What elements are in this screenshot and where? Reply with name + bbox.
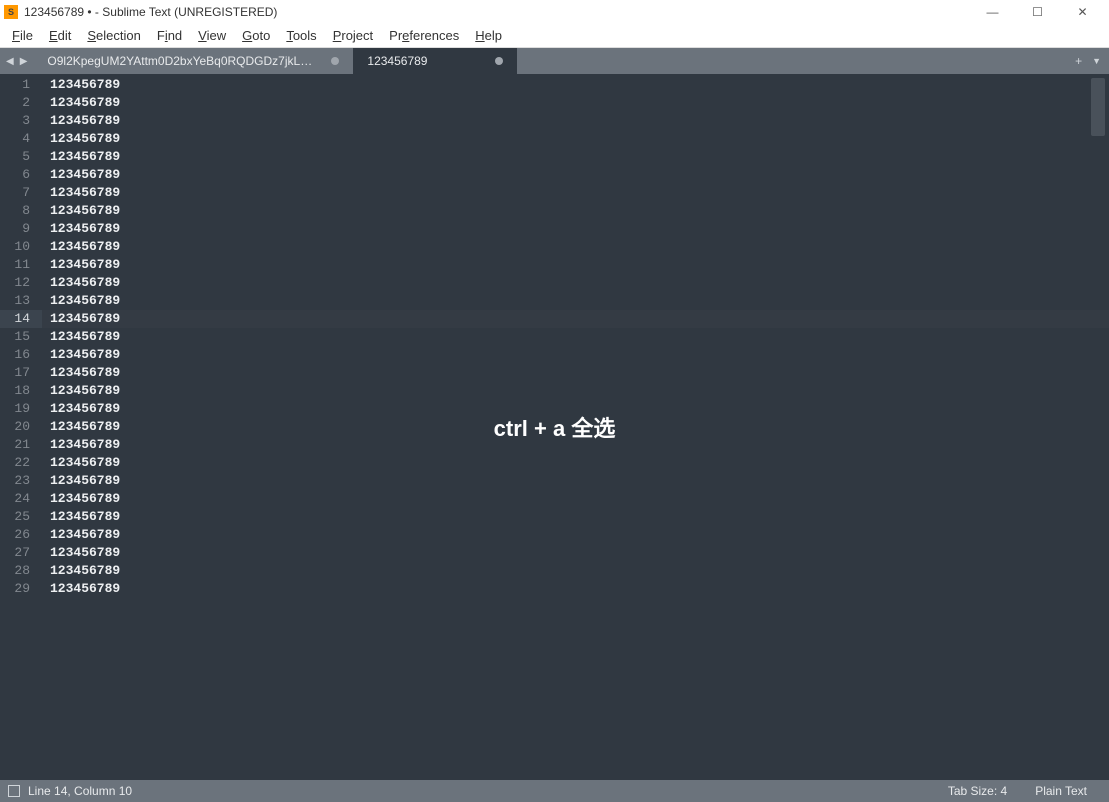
line-number: 6 <box>0 166 42 184</box>
code-line[interactable]: 123456789 <box>42 544 1109 562</box>
modified-dot-icon <box>331 57 339 65</box>
window-title: 123456789 • - Sublime Text (UNREGISTERED… <box>24 5 970 19</box>
line-number: 3 <box>0 112 42 130</box>
line-number: 13 <box>0 292 42 310</box>
tabbar: ◀ ▶ O9l2KpegUM2YAttm0D2bxYeBq0RQDGDz7jkL… <box>0 48 1109 74</box>
line-number: 21 <box>0 436 42 454</box>
line-number: 15 <box>0 328 42 346</box>
code-line[interactable]: 123456789 <box>42 364 1109 382</box>
code-line[interactable]: 123456789 <box>42 148 1109 166</box>
modified-dot-icon <box>495 57 503 65</box>
code-line[interactable]: 123456789 <box>42 562 1109 580</box>
code-line[interactable]: 123456789 <box>42 94 1109 112</box>
window-controls: — ☐ ✕ <box>970 0 1105 24</box>
line-number-gutter: 1234567891011121314151617181920212223242… <box>0 74 42 780</box>
tab-menu-button[interactable]: ▼ <box>1092 56 1101 66</box>
tab-0[interactable]: O9l2KpegUM2YAttm0D2bxYeBq0RQDGDz7jkLPSrQ… <box>33 48 353 74</box>
tab-label: 123456789 <box>367 54 427 68</box>
editor-area: 1234567891011121314151617181920212223242… <box>0 74 1109 780</box>
menu-selection[interactable]: Selection <box>79 26 148 45</box>
menu-project[interactable]: Project <box>325 26 381 45</box>
code-line[interactable]: 123456789 <box>42 256 1109 274</box>
nav-back-icon[interactable]: ◀ <box>4 56 16 67</box>
code-line[interactable]: 123456789 <box>42 508 1109 526</box>
line-number: 1 <box>0 76 42 94</box>
menu-view[interactable]: View <box>190 26 234 45</box>
code-line[interactable]: 123456789 <box>42 490 1109 508</box>
line-number: 24 <box>0 490 42 508</box>
code-line[interactable]: 123456789 <box>42 166 1109 184</box>
code-line[interactable]: 123456789 <box>42 238 1109 256</box>
menu-goto[interactable]: Goto <box>234 26 278 45</box>
code-line[interactable]: 123456789 <box>42 418 1109 436</box>
code-line[interactable]: 123456789 <box>42 130 1109 148</box>
status-tab-size[interactable]: Tab Size: 4 <box>934 784 1021 798</box>
code-line[interactable]: 123456789 <box>42 202 1109 220</box>
line-number: 5 <box>0 148 42 166</box>
menu-help[interactable]: Help <box>467 26 510 45</box>
line-number: 14 <box>0 310 42 328</box>
code-line[interactable]: 123456789 <box>42 184 1109 202</box>
code-line[interactable]: 123456789 <box>42 274 1109 292</box>
code-line[interactable]: 123456789 <box>42 310 1109 328</box>
code-line[interactable]: 123456789 <box>42 76 1109 94</box>
tab-1[interactable]: 123456789 <box>353 48 517 74</box>
line-number: 7 <box>0 184 42 202</box>
menu-find[interactable]: Find <box>149 26 190 45</box>
status-syntax[interactable]: Plain Text <box>1021 784 1101 798</box>
code-line[interactable]: 123456789 <box>42 472 1109 490</box>
line-number: 4 <box>0 130 42 148</box>
code-line[interactable]: 123456789 <box>42 382 1109 400</box>
line-number: 2 <box>0 94 42 112</box>
code-line[interactable]: 123456789 <box>42 580 1109 598</box>
code-area[interactable]: 1234567891234567891234567891234567891234… <box>42 74 1109 780</box>
line-number: 27 <box>0 544 42 562</box>
menu-tools[interactable]: Tools <box>278 26 324 45</box>
close-button[interactable]: ✕ <box>1060 0 1105 24</box>
statusbar: Line 14, Column 10 Tab Size: 4 Plain Tex… <box>0 780 1109 802</box>
minimap-scrollbar[interactable] <box>1091 78 1105 136</box>
line-number: 18 <box>0 382 42 400</box>
line-number: 22 <box>0 454 42 472</box>
code-line[interactable]: 123456789 <box>42 400 1109 418</box>
menubar: File Edit Selection Find View Goto Tools… <box>0 24 1109 48</box>
code-line[interactable]: 123456789 <box>42 220 1109 238</box>
titlebar: S 123456789 • - Sublime Text (UNREGISTER… <box>0 0 1109 24</box>
line-number: 25 <box>0 508 42 526</box>
status-position[interactable]: Line 14, Column 10 <box>28 784 934 798</box>
line-number: 8 <box>0 202 42 220</box>
tab-nav-arrows: ◀ ▶ <box>0 48 33 74</box>
line-number: 26 <box>0 526 42 544</box>
nav-forward-icon[interactable]: ▶ <box>18 56 30 67</box>
line-number: 19 <box>0 400 42 418</box>
line-number: 12 <box>0 274 42 292</box>
code-line[interactable]: 123456789 <box>42 292 1109 310</box>
tabbar-right-controls: + ▼ <box>1067 48 1109 74</box>
code-line[interactable]: 123456789 <box>42 526 1109 544</box>
line-number: 16 <box>0 346 42 364</box>
app-icon: S <box>4 5 18 19</box>
code-line[interactable]: 123456789 <box>42 436 1109 454</box>
line-number: 10 <box>0 238 42 256</box>
code-line[interactable]: 123456789 <box>42 346 1109 364</box>
maximize-button[interactable]: ☐ <box>1015 0 1060 24</box>
tab-label: O9l2KpegUM2YAttm0D2bxYeBq0RQDGDz7jkLPSrQ… <box>47 54 317 68</box>
menu-preferences[interactable]: Preferences <box>381 26 467 45</box>
menu-edit[interactable]: Edit <box>41 26 79 45</box>
panel-toggle-icon[interactable] <box>8 785 20 797</box>
line-number: 20 <box>0 418 42 436</box>
code-line[interactable]: 123456789 <box>42 328 1109 346</box>
code-line[interactable]: 123456789 <box>42 112 1109 130</box>
line-number: 17 <box>0 364 42 382</box>
line-number: 29 <box>0 580 42 598</box>
minimize-button[interactable]: — <box>970 0 1015 24</box>
new-tab-button[interactable]: + <box>1075 54 1082 68</box>
line-number: 23 <box>0 472 42 490</box>
line-number: 28 <box>0 562 42 580</box>
menu-file[interactable]: File <box>4 26 41 45</box>
line-number: 9 <box>0 220 42 238</box>
line-number: 11 <box>0 256 42 274</box>
code-line[interactable]: 123456789 <box>42 454 1109 472</box>
